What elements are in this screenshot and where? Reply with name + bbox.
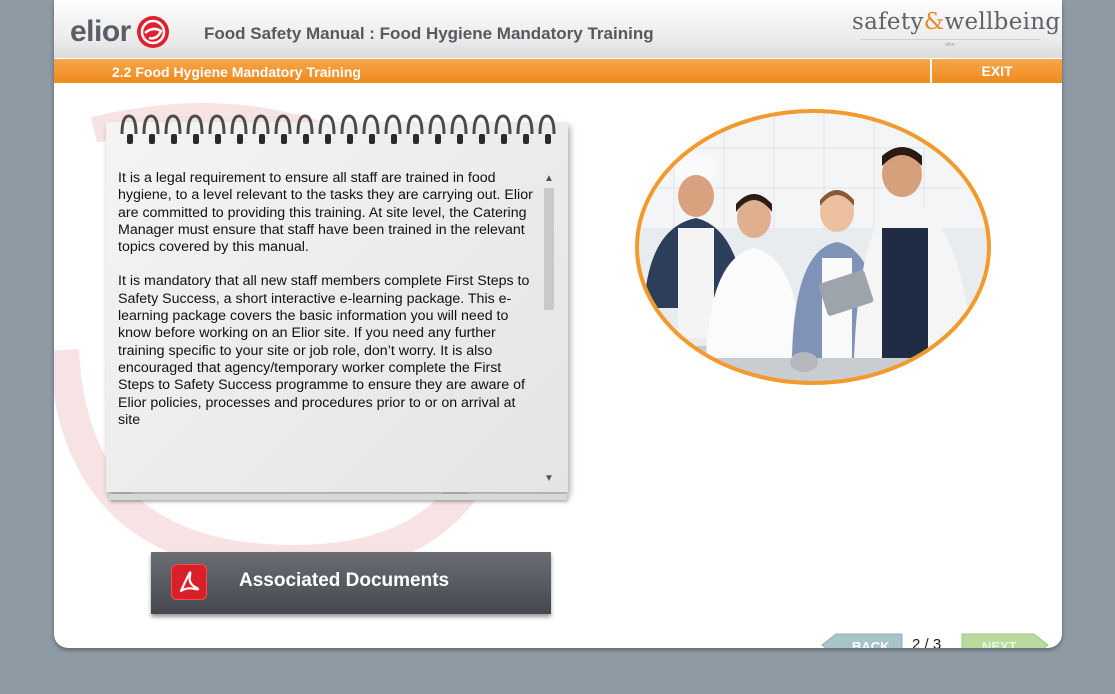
course-header: elior Food Safety Manual : Food Hygiene … [54, 0, 1062, 58]
logo-text: elior [70, 15, 131, 48]
brand-ampersand: & [923, 9, 945, 35]
scroll-down-icon[interactable]: ▼ [540, 472, 558, 486]
section-bar: 2.2 Food Hygiene Mandatory Training EXIT [54, 58, 1062, 83]
paragraph-legal-requirement: It is a legal requirement to ensure all … [118, 170, 533, 256]
next-button[interactable]: NEXT [962, 634, 1048, 648]
notepad-spiral-binding [120, 114, 556, 144]
notepad: It is a legal requirement to ensure all … [106, 122, 568, 500]
elior-logo: elior [70, 12, 171, 52]
scroll-up-icon[interactable]: ▲ [540, 172, 558, 186]
safety-wellbeing-logo: safety&wellbeing elior [852, 9, 1060, 48]
page-navigation: BACK 2 / 3 NEXT [820, 632, 1050, 648]
back-label: BACK [852, 639, 890, 648]
brand-word-safety: safety [852, 9, 924, 35]
notepad-scrollbar[interactable]: ▲ ▼ [540, 168, 558, 486]
paragraph-mandatory-training: It is mandatory that all new staff membe… [118, 273, 530, 428]
associated-documents-label: Associated Documents [239, 570, 450, 591]
section-title: 2.2 Food Hygiene Mandatory Training [112, 64, 361, 80]
brand-sub-logo: elior [945, 42, 955, 48]
brand-word-wellbeing: wellbeing [944, 9, 1061, 35]
scroll-thumb[interactable] [544, 188, 554, 310]
brand-divider [860, 39, 1040, 40]
scroll-track[interactable] [544, 188, 554, 470]
course-frame: elior Food Safety Manual : Food Hygiene … [54, 0, 1062, 648]
course-title: Food Safety Manual : Food Hygiene Mandat… [204, 24, 654, 43]
next-label: NEXT [982, 639, 1017, 648]
page-indicator: 2 / 3 [912, 636, 942, 648]
notepad-text: It is a legal requirement to ensure all … [118, 170, 534, 466]
elior-logo-icon [136, 16, 169, 48]
associated-documents-button[interactable]: Associated Documents [151, 552, 551, 614]
exit-button[interactable]: EXIT [930, 59, 1062, 83]
chefs-training-photo [635, 109, 991, 385]
back-button[interactable]: BACK [820, 634, 900, 648]
pdf-icon [171, 564, 207, 600]
